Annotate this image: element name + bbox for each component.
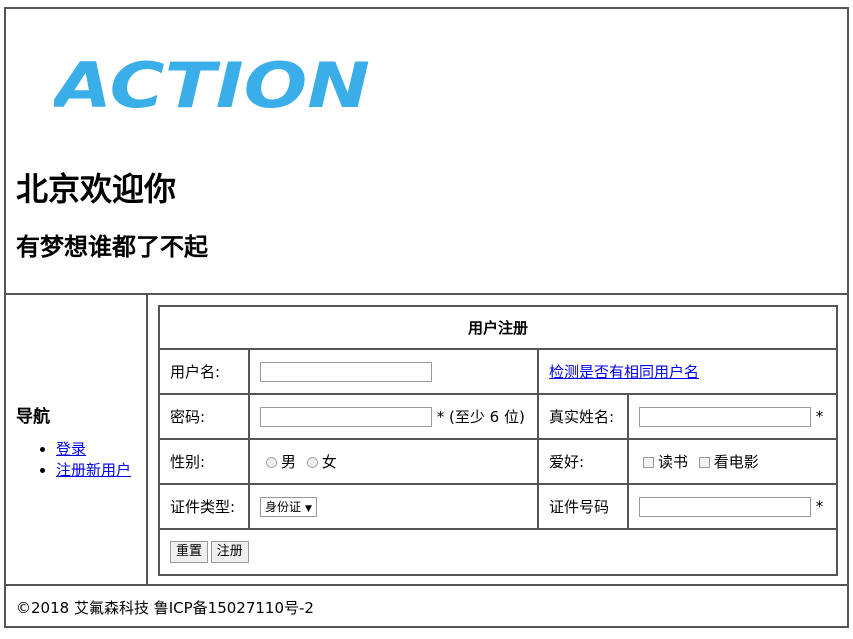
password-hint: * (至少 6 位) [436, 407, 525, 426]
realname-cell: * [629, 395, 836, 440]
realname-required-mark: * [815, 407, 824, 425]
id-number-label: 证件号码 [539, 485, 629, 530]
header: ACTION 北京欢迎你 有梦想谁都了不起 [6, 9, 847, 295]
hobby-reading-label: 读书 [658, 453, 689, 471]
id-number-cell: * [629, 485, 836, 530]
username-input[interactable] [260, 361, 432, 382]
hobby-movies-label: 看电影 [713, 453, 759, 471]
hobby-cell: 读书 看电影 [629, 440, 836, 485]
password-input[interactable] [260, 407, 432, 428]
page-frame: ACTION 北京欢迎你 有梦想谁都了不起 导航 登录 注册新用户 用户注册 用… [4, 7, 849, 628]
logo-text: ACTION [54, 55, 370, 111]
form-title: 用户注册 [160, 307, 836, 350]
password-cell: * (至少 6 位) [250, 395, 539, 440]
nav-item-register: 注册新用户 [56, 460, 131, 481]
gender-label: 性别: [160, 440, 250, 485]
nav-title: 导航 [16, 407, 50, 427]
nav-list: 登录 注册新用户 [18, 439, 131, 481]
gender-male-label: 男 [281, 453, 297, 471]
check-username-link[interactable]: 检测是否有相同用户名 [549, 363, 699, 381]
id-type-label: 证件类型: [160, 485, 250, 530]
password-label: 密码: [160, 395, 250, 440]
footer-text: ©2018 艾氟森科技 鲁ICP备15027110号-2 [16, 599, 314, 617]
page-subtitle: 有梦想谁都了不起 [16, 233, 208, 261]
realname-input[interactable] [639, 406, 811, 427]
reset-button[interactable]: 重置 [170, 541, 209, 563]
register-link[interactable]: 注册新用户 [56, 461, 131, 479]
gender-female-label: 女 [321, 453, 337, 471]
footer: ©2018 艾氟森科技 鲁ICP备15027110号-2 [6, 584, 847, 626]
id-type-selected: 身份证 [265, 499, 302, 514]
gender-option-female[interactable]: 女 [306, 451, 337, 472]
action-logo: ACTION [54, 55, 370, 111]
submit-button[interactable]: 注册 [210, 541, 249, 563]
id-number-required-mark: * [815, 497, 824, 515]
page-title: 北京欢迎你 [16, 170, 177, 208]
id-type-select[interactable]: 身份证 ▼ [260, 496, 317, 517]
dropdown-arrow-icon: ▼ [305, 503, 312, 514]
id-type-cell: 身份证 ▼ [250, 485, 539, 530]
checkbox-reading[interactable] [643, 457, 654, 468]
registration-form: 用户注册 用户名: 检测是否有相同用户名 密码: * (至少 6 位) 真实姓名… [158, 305, 838, 576]
username-cell [250, 350, 539, 395]
hobby-option-movies[interactable]: 看电影 [698, 451, 759, 472]
main-content: 用户注册 用户名: 检测是否有相同用户名 密码: * (至少 6 位) 真实姓名… [148, 295, 847, 584]
login-link[interactable]: 登录 [56, 440, 86, 458]
username-label: 用户名: [160, 350, 250, 395]
id-number-input[interactable] [639, 496, 811, 517]
checkbox-movies[interactable] [698, 457, 710, 468]
check-username-cell: 检测是否有相同用户名 [539, 350, 836, 395]
gender-option-male[interactable]: 男 [266, 451, 296, 472]
radio-male[interactable] [266, 457, 277, 468]
nav-item-login: 登录 [56, 439, 131, 460]
radio-female[interactable] [306, 457, 318, 468]
sidebar-nav: 导航 登录 注册新用户 [6, 295, 148, 584]
buttons-cell: 重置 注册 [160, 530, 836, 574]
realname-label: 真实姓名: [539, 395, 629, 440]
hobby-option-reading[interactable]: 读书 [643, 451, 688, 472]
hobby-label: 爱好: [539, 440, 629, 485]
gender-cell: 男 女 [250, 440, 539, 485]
